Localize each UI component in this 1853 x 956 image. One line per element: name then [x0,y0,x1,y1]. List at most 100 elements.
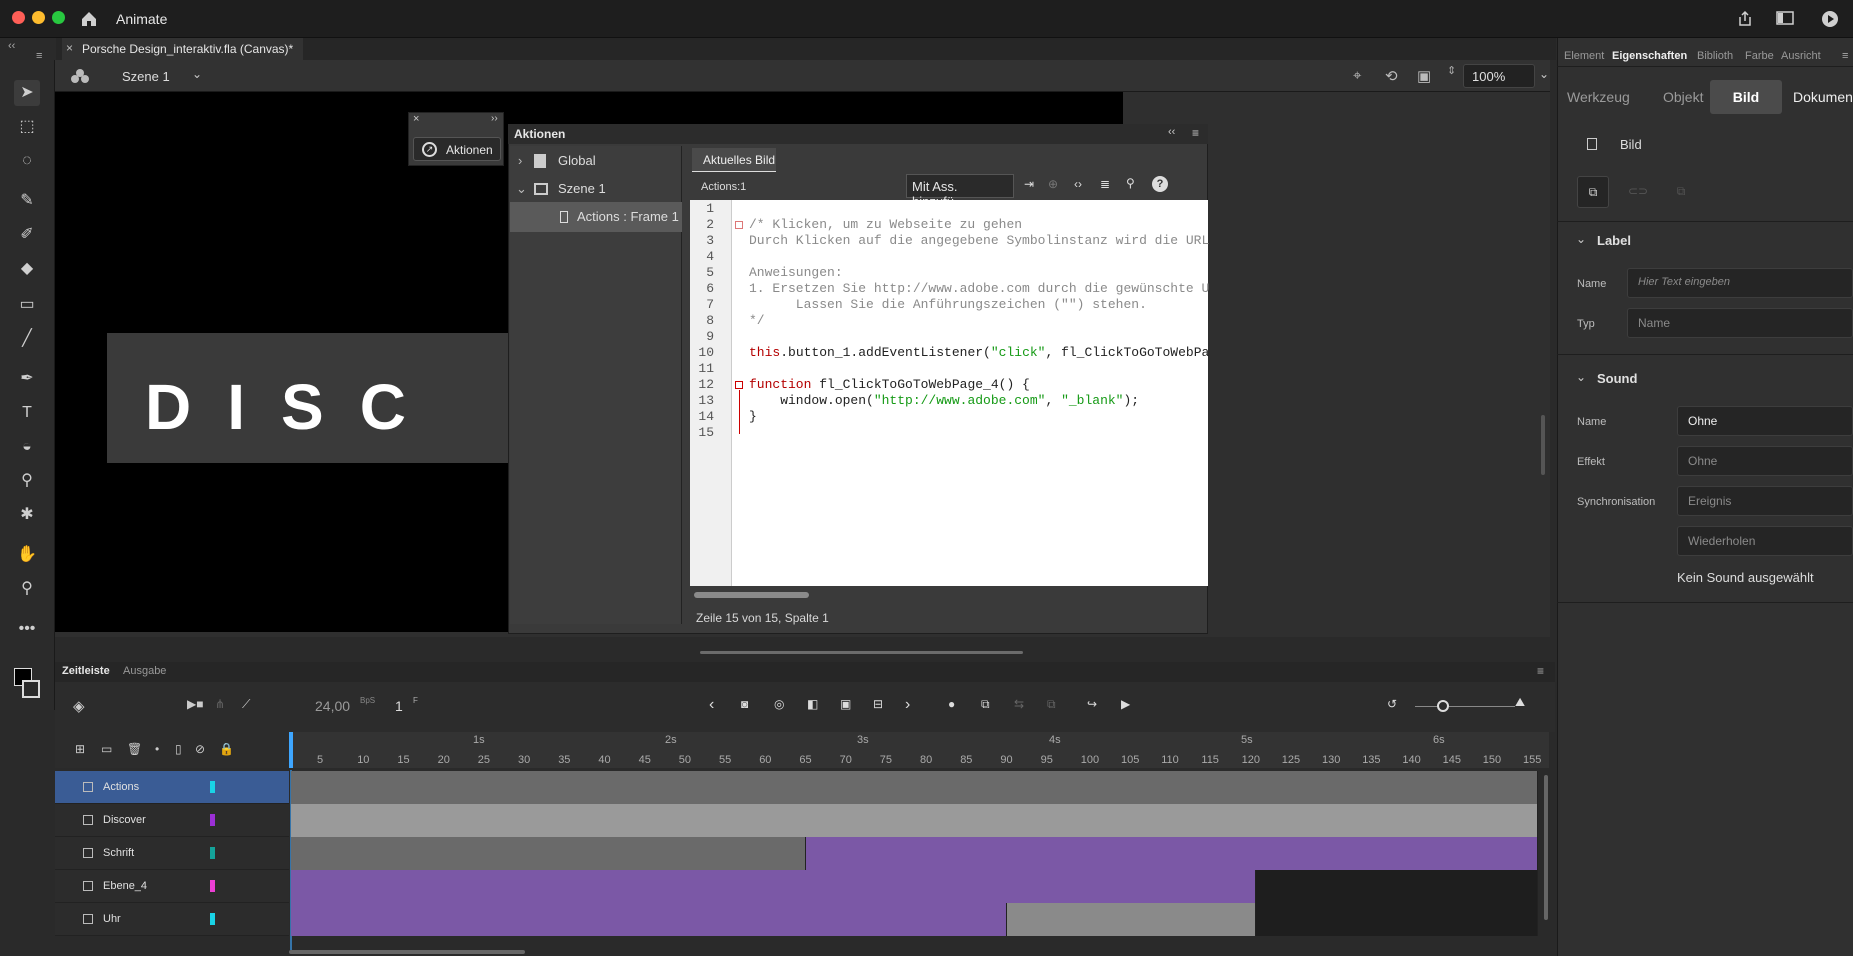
layer-name[interactable]: Discover [103,814,146,826]
tab-aktuelles-bild[interactable]: Aktuelles Bild [692,148,776,172]
format-code-icon[interactable]: ≣ [1100,177,1110,191]
panel-menu-icon[interactable]: ≡ [1192,126,1199,140]
tab-zeitleiste[interactable]: Zeitleiste [62,665,110,677]
layer-color-swatch[interactable] [210,880,215,892]
insert-target-icon[interactable]: ⊕ [1048,177,1058,191]
home-icon[interactable] [80,10,98,27]
layer-color-swatch[interactable] [210,814,215,826]
chevron-right-icon[interactable]: › [518,146,522,176]
new-folder-icon[interactable]: ▭ [101,742,112,756]
paint-bucket-tool-icon[interactable]: ◒ [14,434,40,460]
link-icon[interactable]: ⊂⊃ [1622,176,1654,208]
more-tools-icon[interactable]: ••• [14,616,40,642]
clip-stage-icon[interactable]: ▣ [1417,67,1431,85]
timeline-menu-icon[interactable]: ≡ [1537,664,1544,678]
close-icon[interactable]: × [413,113,419,125]
code-snippets-icon[interactable]: ‹› [1074,177,1082,191]
text-tool-icon[interactable]: T [14,400,40,426]
unlink-icon[interactable]: ⧉ [1665,176,1697,208]
zoom-tool-icon[interactable]: ⚲ [14,576,40,602]
share-icon[interactable] [1737,10,1753,27]
play-icon[interactable]: ▶ [1121,697,1130,711]
highlight-icon[interactable]: • [155,742,159,756]
chevron-down-icon[interactable]: ⌄ [1576,370,1586,384]
stage-scrollbar[interactable] [1541,415,1545,475]
collapse-toolbar-icon[interactable]: ‹‹ [8,40,15,52]
typ-select[interactable]: Name [1627,308,1853,338]
workspace-icon[interactable] [1776,11,1794,25]
line-tool-icon[interactable]: ╱ [14,326,40,352]
onion-skin-icon[interactable]: ● [948,697,955,711]
free-transform-tool-icon[interactable]: ⬚ [14,114,40,140]
tab-farbe[interactable]: Farbe [1745,50,1774,62]
frame-span[interactable] [291,837,806,870]
insert-frame-icon[interactable]: ◧ [807,697,818,711]
next-keyframe-icon[interactable]: › [905,696,910,714]
tab-element[interactable]: Element [1564,50,1604,62]
parenting-icon[interactable]: ⋔ [215,697,225,711]
layer-row[interactable]: Uhr [55,903,289,936]
close-window-button[interactable] [12,11,25,24]
zoom-dropdown-icon[interactable]: ⌄ [1539,67,1549,81]
frame-span[interactable] [291,903,1007,936]
pen-tool-icon[interactable]: ✒ [14,366,40,392]
blank-keyframe-icon[interactable]: ◎ [774,697,784,711]
camera-icon[interactable]: ▶■ [187,697,203,711]
reset-icon[interactable]: ↺ [1387,697,1397,711]
panel-menu-icon[interactable]: ≡ [1842,50,1848,62]
playhead[interactable] [289,732,293,768]
frame-span[interactable] [291,771,1538,804]
tab-eigenschaften[interactable]: Eigenschaften [1612,50,1687,62]
graph-icon[interactable]: ⟋ [242,697,250,712]
selection-tool-icon[interactable]: ➤ [14,80,40,106]
outline-icon[interactable]: ▯ [175,742,182,756]
tab-bibliothek[interactable]: Biblioth [1697,50,1733,62]
frame-span[interactable] [1006,903,1256,936]
sync-icon[interactable]: ⧉ [1047,697,1056,712]
slider-thumb[interactable] [1437,700,1449,712]
eyedropper-tool-icon[interactable]: ⚲ [14,468,40,494]
layers-icon[interactable]: ◈ [73,697,85,715]
segment-bild[interactable]: Bild [1710,80,1782,114]
lasso-tool-icon[interactable]: ◌ [14,148,40,174]
chevron-down-icon[interactable]: ⌄ [1576,232,1586,246]
panel-resize-handle[interactable] [700,651,1023,654]
sync-select[interactable]: Ereignis [1677,486,1853,516]
loop-icon[interactable]: ⇆ [1014,697,1024,711]
layer-row[interactable]: Actions [55,771,289,804]
close-tab-icon[interactable]: × [66,41,73,55]
hand-tool-icon[interactable]: ✋ [14,542,40,568]
tree-item-frame[interactable]: Actions : Frame 1 [510,202,682,232]
assist-add-button[interactable]: Mit Ass. hinzufü... [906,174,1014,209]
zoom-input[interactable]: 100% [1463,64,1535,88]
frame-span[interactable] [805,837,1538,870]
code-horizontal-scrollbar[interactable] [694,592,809,598]
aktionen-panel-button[interactable]: ↗ Aktionen [413,137,501,161]
chevron-down-icon[interactable]: ⌄ [192,67,202,81]
fps-value[interactable]: 24,00 [315,698,350,714]
frame-span[interactable] [1255,903,1538,936]
prev-keyframe-icon[interactable]: ‹ [709,696,714,714]
hide-icon[interactable]: ⊘ [195,742,205,756]
fill-color-swatch[interactable] [22,680,40,698]
loop-playback-icon[interactable]: ↪ [1087,697,1097,711]
rotate-stage-icon[interactable]: ⟲ [1385,67,1398,85]
auto-keyframe-icon[interactable]: ▣ [840,697,851,711]
frame-span[interactable] [1255,870,1538,903]
center-stage-icon[interactable]: ⌖ [1353,67,1361,84]
zoom-stepper-icon[interactable]: ⇕ [1447,64,1456,77]
layer-name[interactable]: Actions [103,781,139,793]
tree-item-scene[interactable]: ⌄ Szene 1 [514,174,680,204]
lock-icon[interactable]: 🔒 [219,742,234,756]
layer-name[interactable]: Ebene_4 [103,880,147,892]
layer-name[interactable]: Uhr [103,913,121,925]
expand-icon[interactable]: ›› [491,113,498,124]
search-icon[interactable]: ⚲ [1126,176,1135,190]
fit-frames-icon[interactable]: ⛰ [1515,695,1525,710]
layer-name[interactable]: Schrift [103,847,134,859]
frame-width-slider[interactable] [1415,706,1515,707]
help-icon[interactable]: ? [1152,176,1168,192]
tab-ausrichten[interactable]: Ausricht [1781,50,1821,62]
chevron-down-icon[interactable]: ⌄ [516,174,527,204]
brush-tool-icon[interactable]: ✎ [14,188,40,214]
